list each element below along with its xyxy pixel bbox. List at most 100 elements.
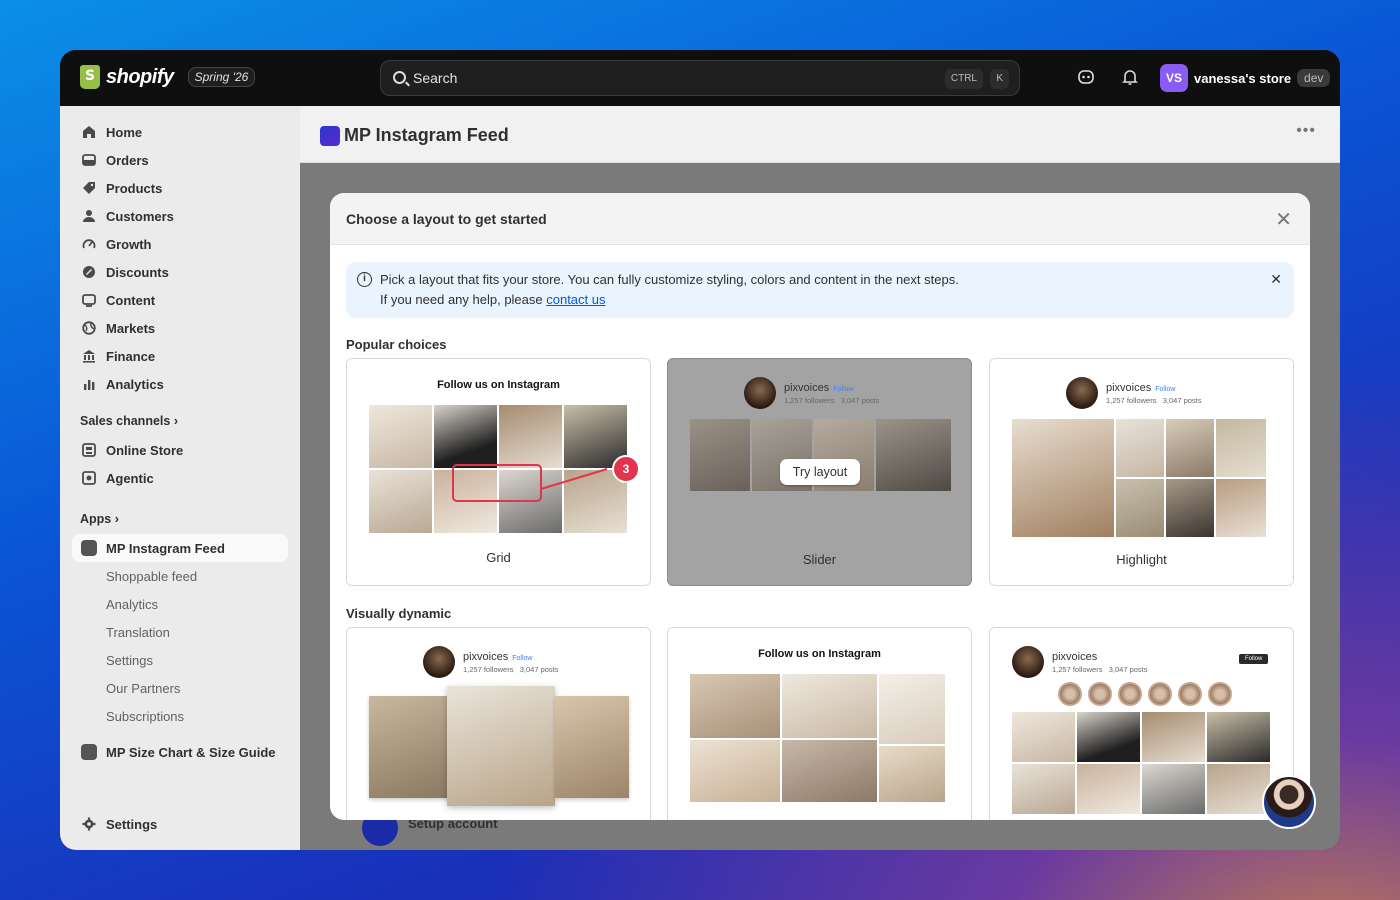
layout-card-slider[interactable]: pixvoices Follow 1,257 followers 3,047 po…: [667, 358, 972, 586]
edition-badge: Spring '26: [187, 67, 256, 87]
profile-avatar: [423, 646, 455, 678]
sidebar-subitem-analytics[interactable]: Analytics: [106, 597, 158, 612]
sidebar-item-label: Finance: [106, 348, 156, 364]
sidebar-item-discounts[interactable]: Discounts: [72, 258, 288, 286]
gauge-icon: [80, 235, 98, 253]
sidebar-item-label: Home: [106, 124, 143, 140]
store-switcher[interactable]: VS vanessa's store dev: [1160, 64, 1331, 92]
main-content: MP Instagram Feed ••• Setup account Choo…: [300, 106, 1340, 850]
more-actions-icon[interactable]: •••: [1296, 122, 1316, 140]
layout-card-highlight[interactable]: pixvoices Follow 1,257 followers 3,047 po…: [989, 358, 1294, 586]
size-chart-app-icon: [80, 743, 98, 761]
sidebar-item-growth[interactable]: Growth: [72, 230, 288, 258]
sidebar-item-label: Online Store: [106, 442, 184, 458]
sidebar-item-label: Customers: [106, 208, 174, 224]
sidebar-subitem-settings[interactable]: Settings: [106, 653, 153, 668]
sidebar-item-mp-size-chart[interactable]: MP Size Chart & Size Guide: [72, 738, 288, 766]
profile-follow-link: Follow: [1155, 385, 1176, 393]
contact-us-link[interactable]: contact us: [546, 292, 605, 307]
sidebar-item-online-store[interactable]: Online Store: [72, 436, 288, 464]
store-avatar: VS: [1160, 64, 1188, 92]
profile-posts: 3,047 posts: [840, 395, 880, 405]
profile-follow-link: Follow: [512, 654, 533, 662]
logo-text: shopify: [106, 65, 174, 88]
sidebar-item-content[interactable]: Content: [72, 286, 288, 314]
content-icon: [80, 291, 98, 309]
layout-card-stories[interactable]: pixvoices 1,257 followers 3,047 posts Fo…: [989, 627, 1294, 820]
sidebar-item-label: MP Instagram Feed: [106, 540, 225, 556]
banner-help-text: If you need any help, please contact us: [380, 292, 606, 307]
sidebar-item-label: Agentic: [106, 470, 154, 486]
sidebar-item-markets[interactable]: Markets: [72, 314, 288, 342]
highlight-annotation: [452, 464, 608, 502]
sidebar-item-home[interactable]: Home: [72, 118, 288, 146]
shortcut-k: K: [990, 69, 1009, 89]
shopify-logo[interactable]: shopify Spring '26: [80, 65, 256, 89]
bar-chart-icon: [80, 375, 98, 393]
sidebar-subitem-shoppable-feed[interactable]: Shoppable feed: [106, 569, 197, 584]
sidebar-item-label: Markets: [106, 320, 156, 336]
profile-name: pixvoices: [1106, 381, 1152, 394]
search-placeholder: Search: [413, 70, 458, 86]
search-input[interactable]: Search CTRL K: [380, 60, 1020, 96]
profile-followers: 1,257 followers: [1106, 395, 1157, 405]
gear-icon: [80, 815, 98, 833]
card-caption: Slider: [802, 552, 837, 567]
step-badge: 3: [612, 455, 640, 483]
banner-help-prefix: If you need any help, please: [380, 292, 547, 307]
sidebar-item-mp-instagram-feed[interactable]: MP Instagram Feed: [72, 534, 288, 562]
chevron-right-icon: ›: [114, 512, 119, 526]
sidebar-item-label: Content: [106, 292, 156, 308]
layout-card-masonry[interactable]: Follow us on Instagram: [667, 627, 972, 820]
layout-modal: Choose a layout to get started ✕ i Pick …: [330, 193, 1310, 820]
sidebar-item-label: Discounts: [106, 264, 169, 280]
profile-followers: 1,257 followers: [1052, 664, 1103, 674]
card-caption: Highlight: [1116, 552, 1167, 567]
layout-card-collage[interactable]: pixvoices Follow 1,257 followers 3,047 po…: [346, 627, 651, 820]
profile-posts: 3,047 posts: [519, 664, 559, 674]
try-layout-button[interactable]: Try layout: [780, 459, 860, 485]
support-chat-avatar[interactable]: [1262, 775, 1316, 829]
card-caption: Grid: [486, 550, 511, 565]
sidebar-item-label: MP Size Chart & Size Guide: [106, 744, 276, 760]
layout-card-grid[interactable]: Follow us on Instagram 3 Grid: [346, 358, 651, 586]
sidebar-item-finance[interactable]: Finance: [72, 342, 288, 370]
person-icon: [80, 207, 98, 225]
chevron-right-icon: ›: [173, 414, 178, 428]
popular-choices-heading: Popular choices: [346, 337, 447, 352]
profile-avatar: [1012, 646, 1044, 678]
apps-heading[interactable]: Apps ›: [80, 512, 119, 526]
modal-header: Choose a layout to get started ✕: [330, 193, 1310, 245]
instagram-feed-logo: [320, 126, 340, 146]
sidebar-item-settings[interactable]: Settings: [72, 810, 288, 838]
sidebar-item-customers[interactable]: Customers: [72, 202, 288, 230]
sales-channels-heading[interactable]: Sales channels ›: [80, 414, 178, 428]
page-header: MP Instagram Feed •••: [300, 106, 1340, 163]
shopify-bag-icon: [80, 65, 100, 89]
page-title: MP Instagram Feed: [344, 125, 509, 145]
sales-channels-label: Sales channels: [80, 414, 171, 428]
sidebar-item-label: Analytics: [106, 376, 164, 392]
tag-icon: [80, 179, 98, 197]
sidebar-item-analytics[interactable]: Analytics: [72, 370, 288, 398]
sidebar-subitem-our-partners[interactable]: Our Partners: [106, 681, 180, 696]
sidebar-subitem-translation[interactable]: Translation: [106, 625, 170, 640]
agentic-icon: [80, 469, 98, 487]
home-icon: [80, 123, 98, 141]
profile-posts: 3,047 posts: [1162, 395, 1202, 405]
sidekick-icon[interactable]: [1076, 68, 1096, 88]
sidebar-subitem-subscriptions[interactable]: Subscriptions: [106, 709, 184, 724]
sidebar-item-agentic[interactable]: Agentic: [72, 464, 288, 492]
search-icon: [393, 71, 406, 84]
banner-text: Pick a layout that fits your store. You …: [380, 272, 959, 287]
profile-posts: 3,047 posts: [1108, 664, 1148, 674]
bell-icon[interactable]: [1120, 68, 1140, 88]
sidebar-item-products[interactable]: Products: [72, 174, 288, 202]
globe-icon: [80, 319, 98, 337]
bank-icon: [80, 347, 98, 365]
app-window: shopify Spring '26 Search CTRL K VS vane…: [60, 50, 1340, 850]
banner-close-icon[interactable]: ✕: [1270, 271, 1282, 288]
close-icon[interactable]: ✕: [1275, 207, 1292, 232]
sidebar-item-orders[interactable]: Orders: [72, 146, 288, 174]
card-heading: Follow us on Instagram: [758, 648, 881, 660]
